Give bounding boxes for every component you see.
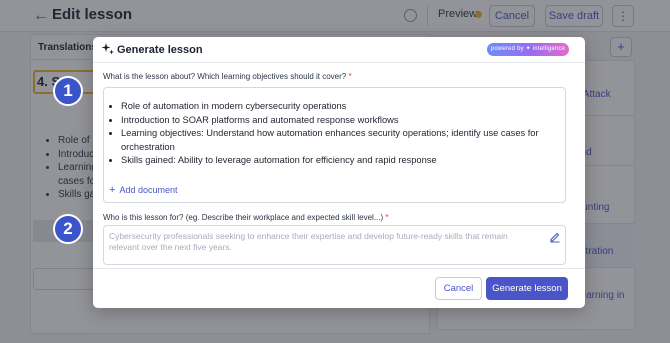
label-text: Who is this lesson for? (eg. Describe th… bbox=[103, 213, 384, 222]
generate-lesson-dialog: Generate lesson powered by ✦ intelligenc… bbox=[93, 37, 585, 308]
list-item: Skills gained: Ability to leverage autom… bbox=[121, 154, 551, 168]
required-mark: * bbox=[348, 72, 352, 81]
dialog-title: Generate lesson bbox=[117, 44, 203, 56]
powered-by-badge: powered by ✦ intelligence bbox=[487, 43, 569, 56]
step-marker-1: 1 bbox=[53, 76, 83, 106]
generate-lesson-button[interactable]: Generate lesson bbox=[486, 277, 568, 300]
dialog-footer-divider bbox=[93, 268, 585, 269]
lesson-topic-list[interactable]: Role of automation in modern cybersecuri… bbox=[121, 100, 551, 168]
sparkle-icon bbox=[101, 43, 114, 55]
audience-placeholder[interactable]: Cybersecurity professionals seeking to e… bbox=[109, 231, 529, 253]
list-item: Introduction to SOAR platforms and autom… bbox=[121, 114, 551, 128]
audience-label: Who is this lesson for? (eg. Describe th… bbox=[103, 213, 388, 222]
add-document-button[interactable]: + Add document bbox=[109, 184, 177, 196]
cancel-button[interactable]: Cancel bbox=[435, 277, 482, 300]
step-marker-2: 2 bbox=[53, 214, 83, 244]
add-document-label: Add document bbox=[119, 185, 178, 195]
pencil-icon[interactable] bbox=[549, 231, 561, 243]
list-item: Learning objectives: Understand how auto… bbox=[121, 127, 551, 154]
required-mark: * bbox=[385, 213, 389, 222]
label-text: What is the lesson about? Which learning… bbox=[103, 72, 347, 81]
plus-icon: + bbox=[109, 184, 116, 196]
lesson-topic-label: What is the lesson about? Which learning… bbox=[103, 72, 352, 81]
list-item: Role of automation in modern cybersecuri… bbox=[121, 100, 551, 114]
